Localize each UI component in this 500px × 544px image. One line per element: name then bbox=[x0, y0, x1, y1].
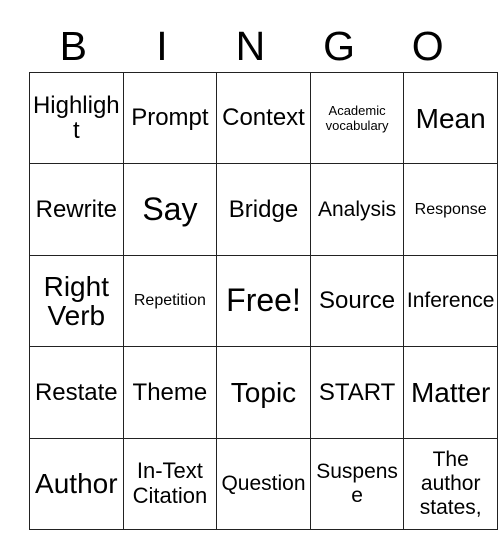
bingo-cell-label: Prompt bbox=[131, 104, 209, 132]
bingo-cell-label: START bbox=[318, 378, 396, 406]
bingo-cell-label: Rewrite bbox=[35, 195, 117, 223]
bingo-cell[interactable]: Theme bbox=[122, 346, 218, 439]
bingo-row: Restate Theme Topic START Matter bbox=[29, 346, 498, 439]
bingo-cell-label: Response bbox=[414, 200, 487, 218]
header-letter-b: B bbox=[59, 23, 87, 69]
bingo-cell-label: Analysis bbox=[317, 197, 397, 221]
bingo-cell[interactable]: Academic vocabulary bbox=[309, 71, 405, 165]
bingo-cell[interactable]: Bridge bbox=[216, 163, 311, 256]
bingo-cell[interactable]: Source bbox=[309, 254, 405, 348]
bingo-cell[interactable]: Repetition bbox=[122, 254, 218, 348]
bingo-cell-label: Context bbox=[222, 104, 305, 132]
bingo-cell[interactable]: Say bbox=[122, 163, 218, 256]
bingo-row: Rewrite Say Bridge Analysis Response bbox=[29, 163, 498, 256]
bingo-cell-label: Right Verb bbox=[43, 270, 109, 331]
bingo-cell[interactable]: Matter bbox=[403, 346, 498, 439]
bingo-cell[interactable]: Author bbox=[29, 437, 124, 530]
header-letter-n: N bbox=[235, 23, 266, 69]
bingo-cell[interactable]: Question bbox=[216, 437, 311, 530]
bingo-cell-label: Free! bbox=[226, 282, 301, 319]
header-letter-o: O bbox=[411, 23, 444, 69]
bingo-header-row: B I N G O bbox=[29, 16, 472, 68]
bingo-cell-label: Repetition bbox=[133, 292, 206, 310]
bingo-cell[interactable]: Analysis bbox=[309, 163, 405, 256]
bingo-cell-label: Academic vocabulary bbox=[325, 102, 389, 134]
bingo-cell[interactable]: Inference bbox=[403, 254, 498, 348]
bingo-cell-label: Theme bbox=[132, 378, 208, 406]
bingo-cell-label: In-Text Citation bbox=[132, 458, 208, 508]
bingo-row: Right Verb Repetition Free! Source Infer… bbox=[29, 254, 498, 348]
bingo-cell-label: Say bbox=[142, 190, 198, 227]
bingo-cell-label: Highlight bbox=[32, 91, 120, 145]
bingo-cell-label: Topic bbox=[230, 376, 297, 408]
bingo-row: Highlight Prompt Context Academic vocabu… bbox=[29, 71, 498, 165]
bingo-cell-free[interactable]: Free! bbox=[216, 254, 311, 348]
bingo-cell[interactable]: Context bbox=[216, 71, 311, 165]
bingo-cell-label: Inference bbox=[406, 289, 495, 312]
bingo-cell[interactable]: In-Text Citation bbox=[122, 437, 218, 530]
bingo-cell-label: Source bbox=[319, 287, 396, 315]
bingo-cell[interactable]: Suspense bbox=[309, 437, 405, 530]
bingo-cell-label: Bridge bbox=[228, 195, 299, 223]
bingo-cell-label: Author bbox=[35, 468, 118, 500]
bingo-cell[interactable]: START bbox=[309, 346, 405, 439]
bingo-cell-label: Mean bbox=[415, 102, 486, 134]
bingo-cell[interactable]: Restate bbox=[29, 346, 124, 439]
bingo-cell[interactable]: Right Verb bbox=[29, 254, 124, 348]
bingo-grid: Highlight Prompt Context Academic vocabu… bbox=[29, 71, 498, 530]
bingo-cell-label: Suspense bbox=[316, 459, 398, 507]
bingo-cell-label: Matter bbox=[410, 376, 491, 408]
bingo-cell[interactable]: Rewrite bbox=[29, 163, 124, 256]
bingo-cell[interactable]: Highlight bbox=[29, 71, 124, 165]
bingo-cell[interactable]: The author states, bbox=[403, 437, 498, 530]
bingo-cell-label: The author states, bbox=[419, 447, 482, 519]
bingo-card: B I N G O Highlight Prompt Context Acade… bbox=[29, 16, 498, 530]
bingo-cell[interactable]: Topic bbox=[216, 346, 311, 439]
bingo-cell[interactable]: Mean bbox=[403, 71, 498, 165]
header-letter-i: I bbox=[156, 23, 168, 69]
header-letter-g: G bbox=[323, 23, 356, 69]
bingo-row: Author In-Text Citation Question Suspens… bbox=[29, 437, 498, 530]
bingo-cell-label: Question bbox=[221, 471, 306, 495]
bingo-cell-label: Restate bbox=[34, 378, 118, 406]
bingo-cell[interactable]: Response bbox=[403, 163, 498, 256]
bingo-cell[interactable]: Prompt bbox=[122, 71, 218, 165]
